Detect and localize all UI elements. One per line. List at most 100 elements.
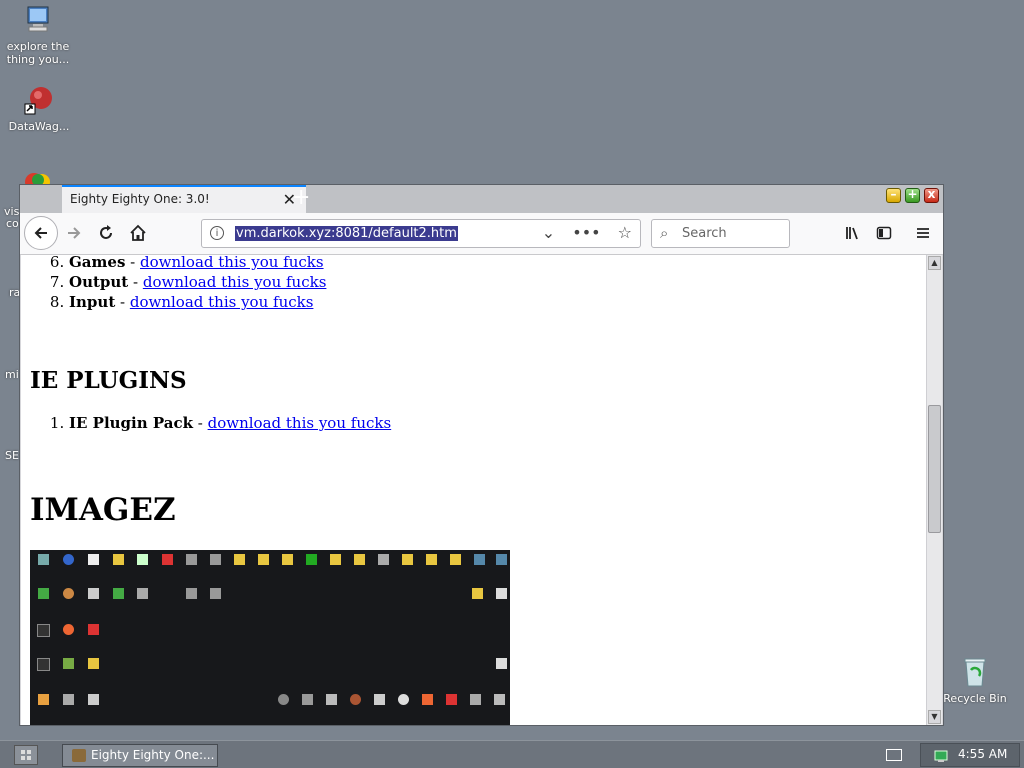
separator: - [128,273,143,291]
desktop-icon-label: DataWag... [8,120,70,133]
desktop-icon-recycle-bin[interactable]: Recycle Bin [940,656,1010,705]
mini-icon [57,624,80,636]
library-icon [846,227,858,240]
maximize-icon: + [907,187,918,201]
navigation-toolbar: i vm.darkok.xyz:8081/default2.htm ⌄ ••• … [20,213,943,255]
network-tray-icon[interactable] [933,748,949,764]
mini-icon [368,694,391,706]
taskbar: Eighty Eighty One:... 4:55 AM [0,740,1024,768]
desktop-icon-label: explore the thing you... [6,40,70,66]
mini-icon [57,658,80,670]
more-actions-icon[interactable]: ••• [572,223,600,242]
mini-icon [490,588,510,600]
mini-icon [252,554,275,566]
library-button[interactable] [840,219,866,247]
forward-arrow-icon [68,227,81,239]
download-link[interactable]: download this you fucks [130,293,314,311]
mini-icon [466,588,489,600]
forward-button[interactable] [60,219,88,247]
mini-icon [276,554,299,566]
tab-strip: Eighty Eighty One: 3.0! ✕ + – + x [20,185,943,213]
mini-icon [32,694,55,706]
mini-icon [57,694,80,706]
site-info-icon[interactable]: i [210,226,224,240]
item-name: IE Plugin Pack [69,414,193,432]
mini-icon [440,694,463,706]
app-icon [72,749,86,762]
ie-plugin-list: IE Plugin Pack - download this you fucks [21,413,391,433]
mini-icon [57,588,80,600]
hamburger-menu-icon [917,228,929,238]
home-button[interactable] [124,219,152,247]
search-placeholder: Search [682,226,727,241]
mini-icon [324,554,347,566]
keyboard-icon[interactable] [886,749,902,761]
mini-icon [107,554,130,566]
datawag-icon [23,84,55,116]
browser-window: Eighty Eighty One: 3.0! ✕ + – + x i vm.d… [19,184,944,726]
search-input[interactable]: ⌕ Search [651,219,790,248]
mini-icon [372,554,395,566]
list-item: Input - download this you fucks [69,292,927,312]
scroll-down-arrow-icon[interactable]: ▼ [928,710,941,724]
network-computer-icon [22,4,54,36]
separator: - [193,414,208,432]
back-arrow-icon [34,227,47,239]
menu-button[interactable] [910,219,936,247]
mini-icon [468,554,491,566]
start-button[interactable] [14,745,38,765]
mini-icon [300,554,323,566]
desktop-icon-explore[interactable]: explore the thing you... [3,4,73,66]
list-item: IE Plugin Pack - download this you fucks [69,413,391,433]
separator: - [115,293,130,311]
mini-icon [420,554,443,566]
minimize-button[interactable]: – [886,187,901,203]
mini-icon [57,554,80,566]
item-name: Output [69,273,129,291]
desktop-icon-datawag[interactable]: DataWag... [4,84,74,133]
mini-icon [228,554,251,566]
item-name: Games [69,255,126,271]
separator: - [125,255,140,271]
scroll-up-arrow-icon[interactable]: ▲ [928,256,941,270]
url-bar[interactable]: i vm.darkok.xyz:8081/default2.htm ⌄ ••• … [201,219,641,248]
home-icon [130,224,146,241]
mini-icon [32,554,55,566]
recycle-bin-icon [959,656,991,688]
partial-label: mi [5,368,19,381]
close-icon: x [927,187,936,201]
bookmark-star-icon[interactable]: ☆ [618,223,632,242]
taskbar-item-browser[interactable]: Eighty Eighty One:... [62,744,218,767]
mini-icon [488,694,510,706]
url-text[interactable]: vm.darkok.xyz:8081/default2.htm [235,226,458,241]
list-item: Games - download this you fucks [69,255,927,272]
download-link[interactable]: download this you fucks [140,255,324,271]
mini-icon [131,554,154,566]
mini-icon [272,694,295,706]
reload-button[interactable] [92,219,120,247]
sidebar-toggle-button[interactable] [871,219,897,247]
download-link[interactable]: download this you fucks [143,273,327,291]
imagez-heading: IMAGEZ [30,492,176,528]
maximize-button[interactable]: + [905,187,920,203]
list-item: Output - download this you fucks [69,272,927,292]
vertical-scrollbar[interactable]: ▲ ▼ [926,255,942,725]
dropdown-chevron-icon[interactable]: ⌄ [542,223,555,242]
mini-icon [131,588,154,600]
mini-icon [180,554,203,566]
mini-icon [490,658,510,670]
new-tab-button[interactable]: + [292,185,310,210]
tab-active[interactable]: Eighty Eighty One: 3.0! ✕ [62,185,306,213]
close-window-button[interactable]: x [924,187,939,203]
mini-icon [107,588,130,600]
mini-icon [392,694,415,706]
desktop-icon-label: Recycle Bin [943,692,1007,705]
desktop-screenshot-image[interactable] [30,550,510,725]
mini-icon [32,588,55,600]
download-link[interactable]: download this you fucks [208,414,392,432]
back-button[interactable] [24,216,58,250]
scroll-thumb[interactable] [928,405,941,533]
mini-icon [32,658,55,672]
clock: 4:55 AM [958,747,1008,761]
mini-icon [344,694,367,706]
